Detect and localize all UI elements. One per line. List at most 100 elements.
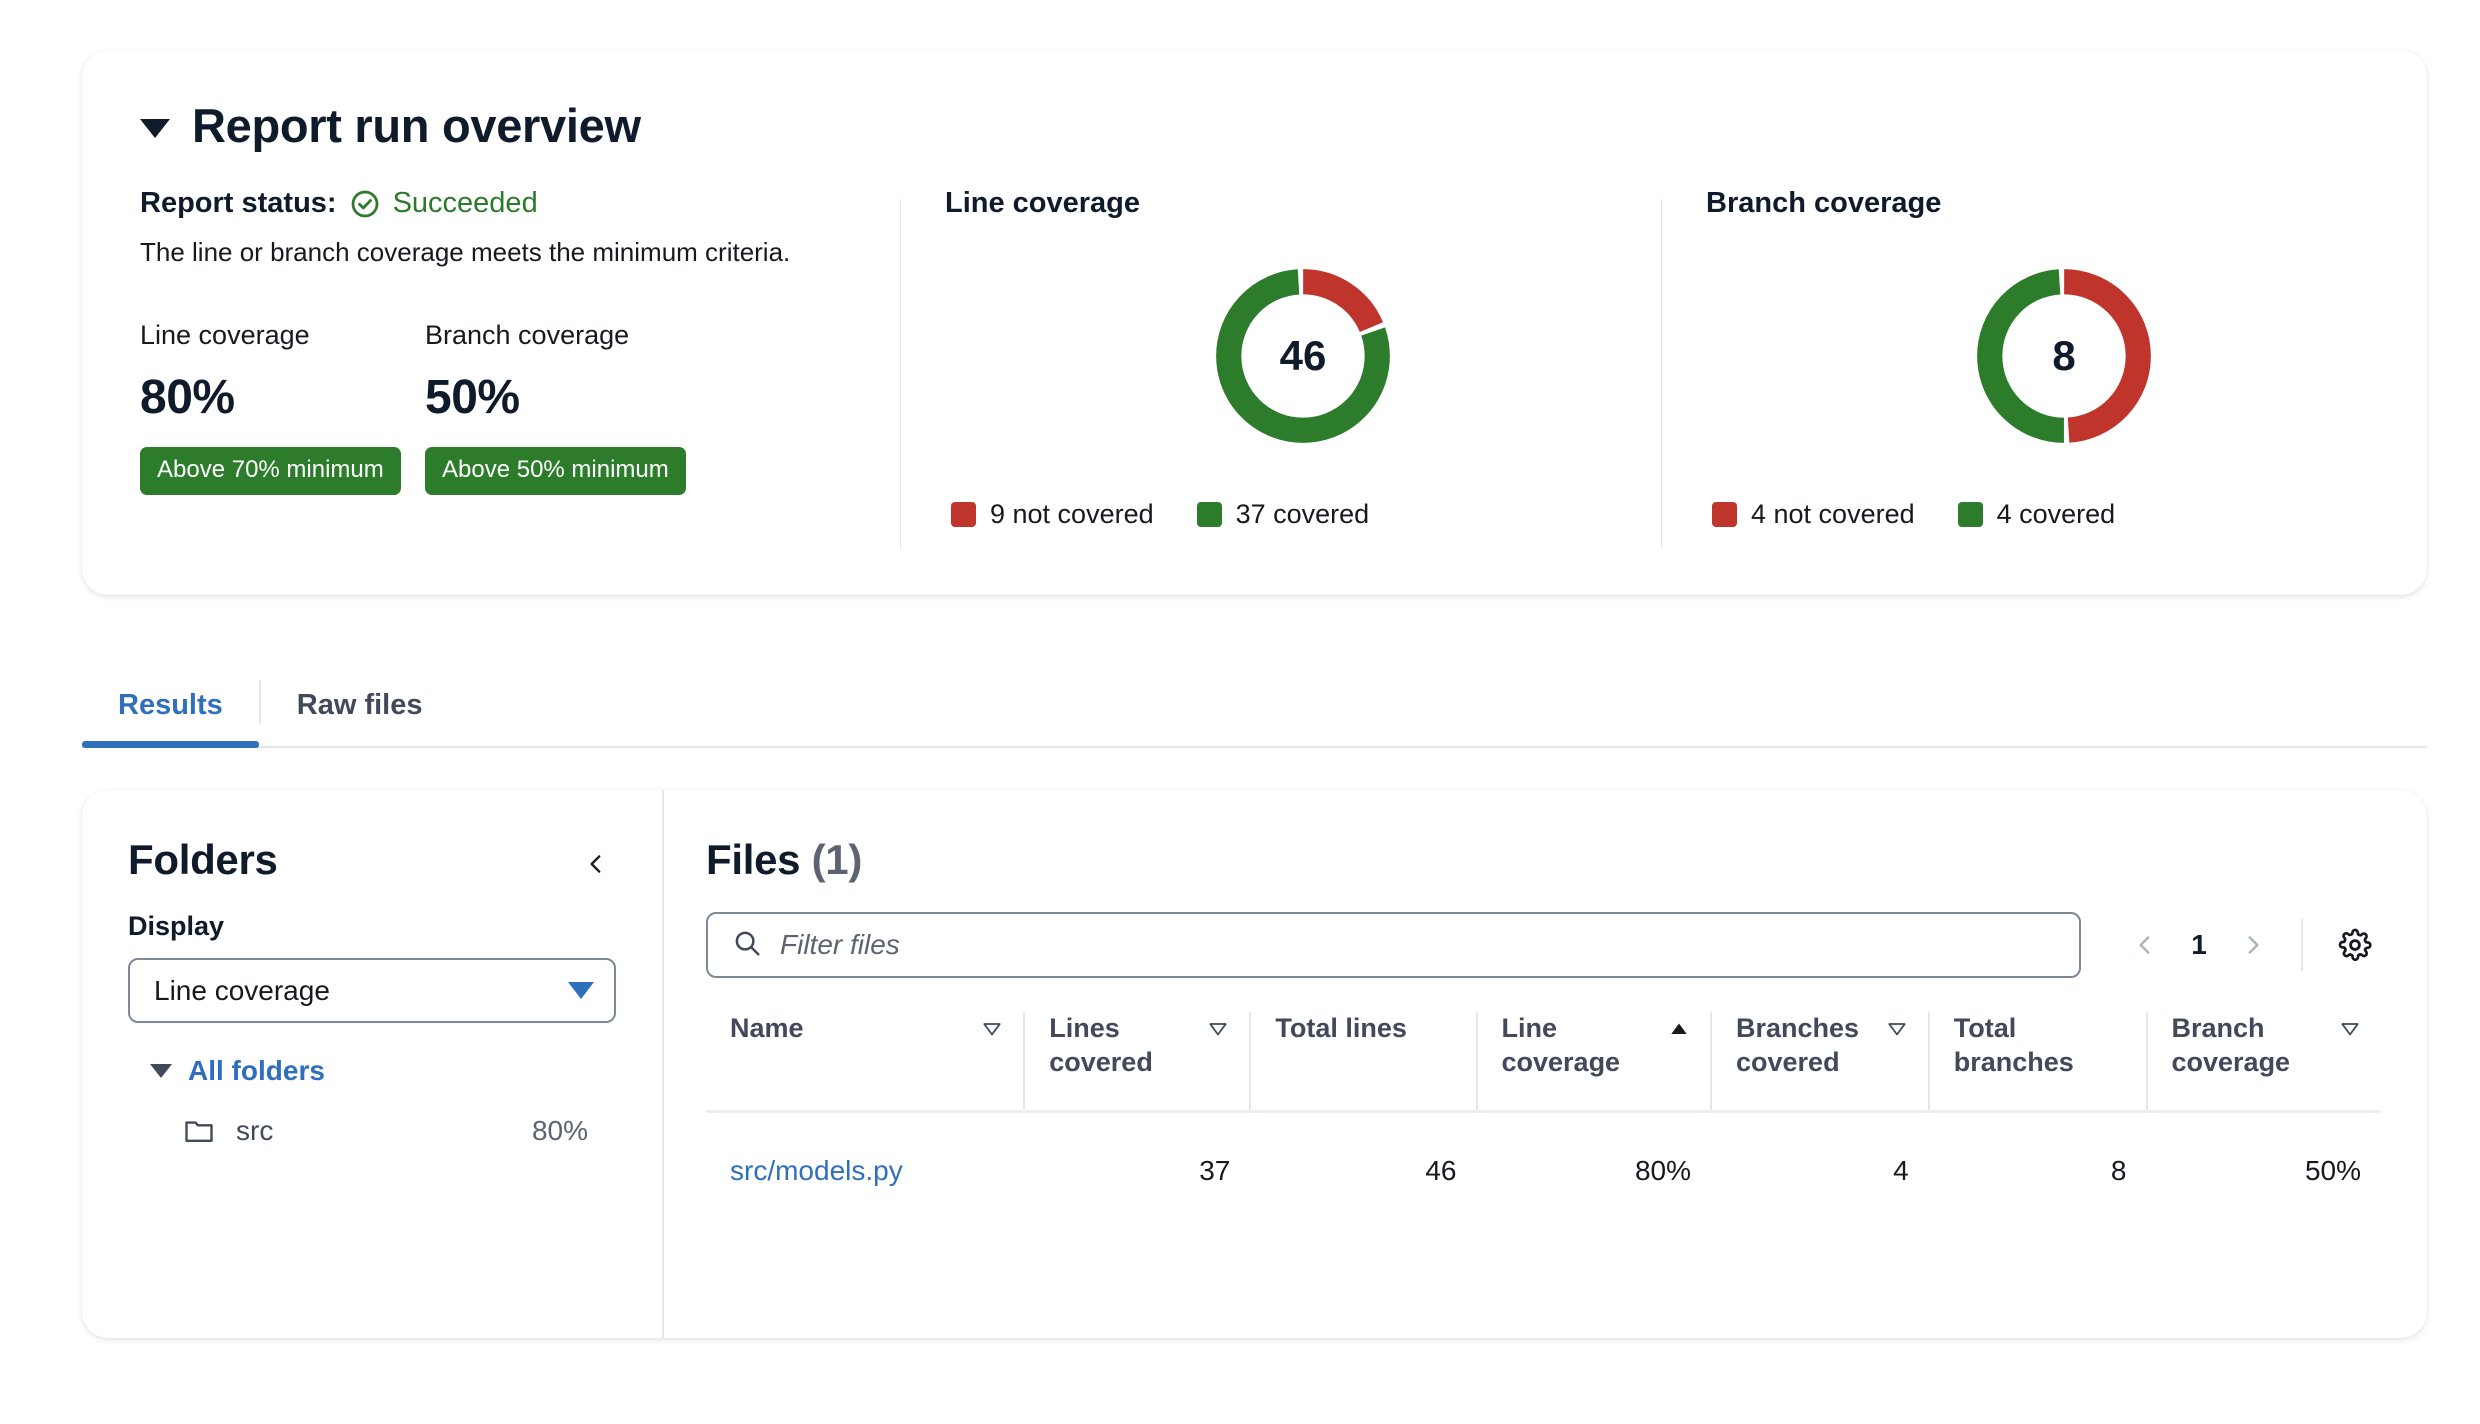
cell-line-coverage: 80% (1477, 1111, 1712, 1228)
column-header-total-lines[interactable]: Total lines (1250, 1012, 1476, 1111)
display-label: Display (128, 911, 616, 942)
tab-raw-files[interactable]: Raw files (261, 689, 459, 746)
chart-title: Line coverage (945, 187, 1661, 220)
metrics-row: Line coverage 80% Above 70% minimum Bran… (140, 320, 860, 495)
files-table-body: src/models.py 37 46 80% 4 8 50% (706, 1111, 2381, 1228)
report-run-overview-card: Report run overview Report status: Succe… (82, 50, 2427, 595)
column-header-lines-covered[interactable]: Lines covered (1024, 1012, 1250, 1111)
chart-title: Branch coverage (1706, 187, 2422, 220)
search-icon (732, 928, 762, 963)
sort-ascending-icon (1668, 1016, 1690, 1047)
overview-body: Report status: Succeeded The line or bra… (82, 187, 2427, 577)
legend-item: 9 not covered (951, 499, 1154, 530)
search-box[interactable] (706, 912, 2081, 978)
report-status-label: Report status: (140, 187, 337, 220)
legend-item: 37 covered (1197, 499, 1370, 530)
column-header-branch-coverage[interactable]: Branch coverage (2147, 1012, 2382, 1111)
sort-descending-icon (1207, 1016, 1229, 1047)
display-select-value: Line coverage (154, 975, 330, 1007)
column-label: Line coverage (1502, 1012, 1659, 1080)
overview-header[interactable]: Report run overview (82, 50, 2427, 153)
page-title: Report run overview (192, 98, 641, 153)
column-header-name[interactable]: Name (706, 1012, 1024, 1111)
chevron-down-icon (568, 982, 594, 999)
line-coverage-chart: Line coverage 46 9 not covered (901, 187, 1661, 577)
prev-page-button[interactable] (2119, 919, 2171, 971)
files-table: Name Lines covered (706, 1012, 2381, 1228)
legend-swatch-not-covered (951, 502, 976, 527)
metric-value: 80% (140, 370, 425, 425)
donut-center-total: 8 (1966, 258, 2162, 454)
status-description: The line or branch coverage meets the mi… (140, 237, 860, 268)
pagination: 1 (2119, 919, 2279, 971)
status-badge-line: Above 70% minimum (140, 447, 401, 495)
folders-header: Folders (128, 836, 616, 884)
check-circle-icon (350, 189, 380, 219)
metric-value: 50% (425, 370, 710, 425)
cell-branches-covered: 4 (1711, 1111, 1929, 1228)
folder-item-value: 80% (532, 1115, 616, 1147)
cell-lines-covered: 37 (1024, 1111, 1250, 1228)
page-number[interactable]: 1 (2179, 929, 2219, 961)
folders-tree-root[interactable]: All folders (128, 1055, 616, 1087)
next-page-button[interactable] (2227, 919, 2279, 971)
cell-name: src/models.py (706, 1111, 1024, 1228)
tab-bar: Results Raw files (82, 662, 2427, 748)
cell-total-lines: 46 (1250, 1111, 1476, 1228)
table-header-row: Name Lines covered (706, 1012, 2381, 1111)
cell-total-branches: 8 (1929, 1111, 2147, 1228)
sort-descending-icon (1886, 1016, 1908, 1047)
metric-label: Branch coverage (425, 320, 710, 351)
folder-item-src[interactable]: src 80% (128, 1115, 616, 1147)
caret-down-icon (150, 1064, 172, 1078)
cell-branch-coverage: 50% (2147, 1111, 2382, 1228)
legend-label: 9 not covered (990, 499, 1154, 530)
folders-panel: Folders Display Line coverage All folder… (82, 790, 662, 1338)
branch-coverage-chart: Branch coverage 8 4 not covered (1662, 187, 2422, 577)
status-column: Report status: Succeeded The line or bra… (140, 187, 900, 577)
legend-label: 4 not covered (1751, 499, 1915, 530)
toolbar-separator (2301, 919, 2303, 971)
legend-swatch-not-covered (1712, 502, 1737, 527)
metric-branch-coverage: Branch coverage 50% Above 50% minimum (425, 320, 710, 495)
metric-label: Line coverage (140, 320, 425, 351)
chart-legend: 9 not covered 37 covered (945, 499, 1661, 530)
folder-icon (184, 1118, 214, 1144)
display-select[interactable]: Line coverage (128, 958, 616, 1023)
table-row: src/models.py 37 46 80% 4 8 50% (706, 1111, 2381, 1228)
legend-swatch-covered (1958, 502, 1983, 527)
column-label: Total branches (1954, 1012, 2126, 1080)
files-title: Files (1) (706, 836, 2381, 884)
column-label: Lines covered (1049, 1012, 1197, 1080)
donut-chart-line: 46 (945, 238, 1661, 473)
files-count: (1) (812, 836, 862, 883)
column-label: Total lines (1275, 1012, 1407, 1046)
status-row: Report status: Succeeded (140, 187, 860, 220)
page-root: Report run overview Report status: Succe… (0, 0, 2480, 1424)
file-link[interactable]: src/models.py (730, 1155, 903, 1186)
status-badge-branch: Above 50% minimum (425, 447, 686, 495)
legend-label: 4 covered (1997, 499, 2116, 530)
legend-item: 4 covered (1958, 499, 2116, 530)
column-label: Name (730, 1012, 804, 1046)
folder-item-label: src (236, 1115, 273, 1147)
column-header-line-coverage[interactable]: Line coverage (1477, 1012, 1712, 1111)
chevron-left-icon[interactable] (576, 844, 616, 884)
tab-results[interactable]: Results (82, 689, 259, 746)
column-header-total-branches[interactable]: Total branches (1929, 1012, 2147, 1111)
sort-descending-icon (2339, 1016, 2361, 1047)
chart-legend: 4 not covered 4 covered (1706, 499, 2422, 530)
search-input[interactable] (780, 929, 2055, 961)
caret-down-icon[interactable] (140, 119, 170, 138)
column-header-branches-covered[interactable]: Branches covered (1711, 1012, 1929, 1111)
files-panel: Files (1) (664, 790, 2427, 1338)
legend-label: 37 covered (1236, 499, 1370, 530)
folders-title: Folders (128, 836, 278, 884)
status-badge: Succeeded (393, 187, 538, 220)
sort-descending-icon (981, 1016, 1003, 1047)
metric-line-coverage: Line coverage 80% Above 70% minimum (140, 320, 425, 495)
donut-chart-branch: 8 (1706, 238, 2422, 473)
column-label: Branch coverage (2172, 1012, 2330, 1080)
files-table-head: Name Lines covered (706, 1012, 2381, 1111)
gear-icon[interactable] (2329, 919, 2381, 971)
